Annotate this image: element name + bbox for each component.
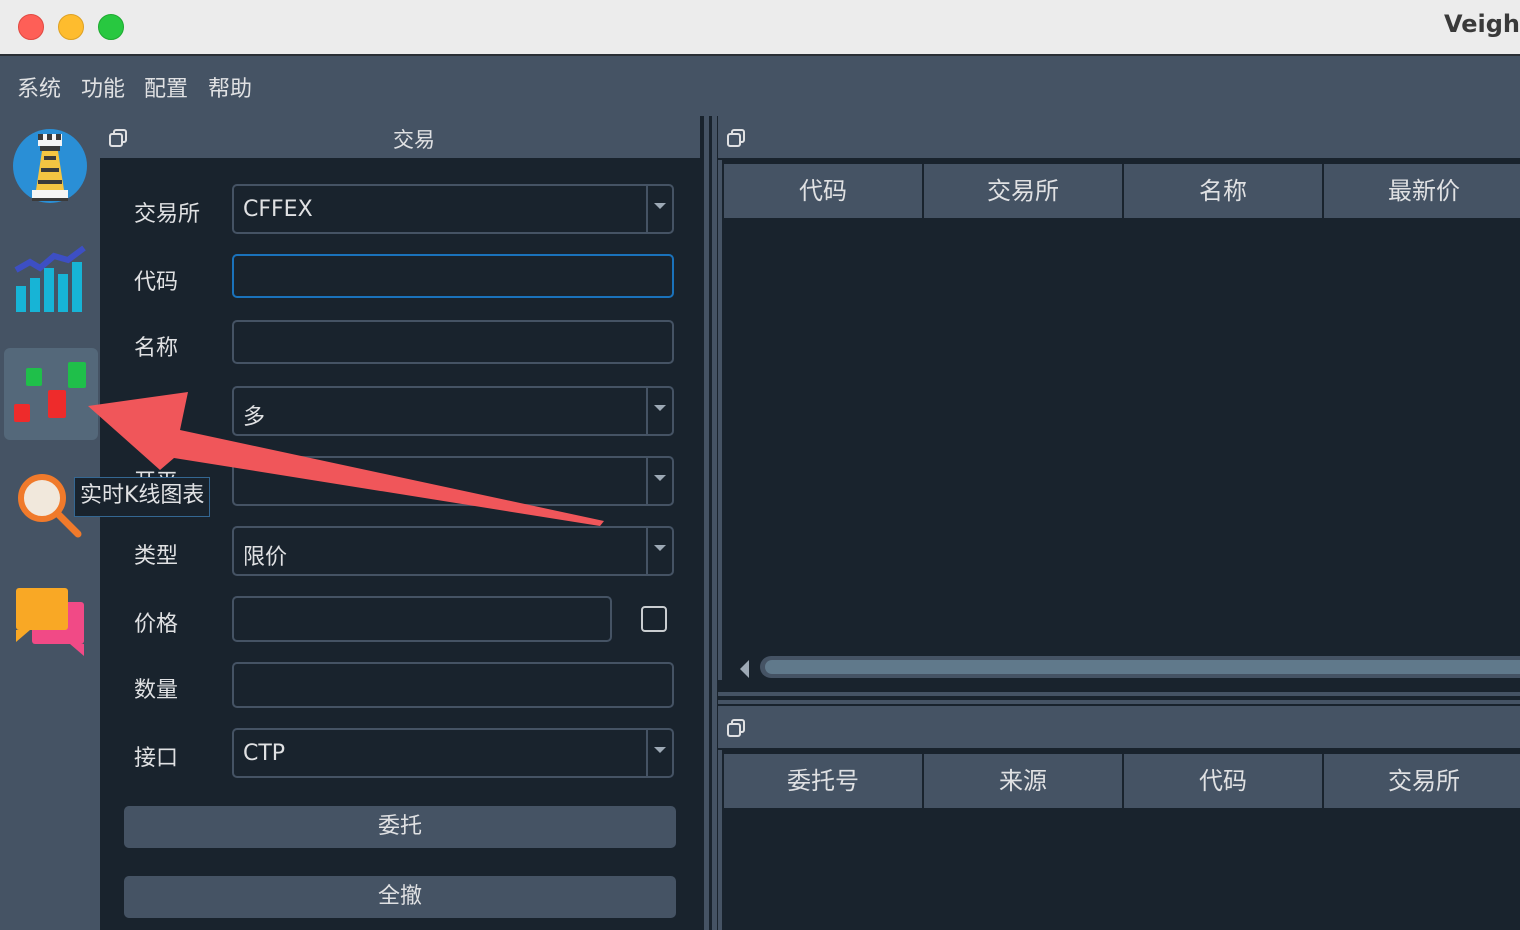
toolbar-tooltip: 实时K线图表	[74, 477, 211, 517]
annotation-arrow	[88, 392, 604, 526]
